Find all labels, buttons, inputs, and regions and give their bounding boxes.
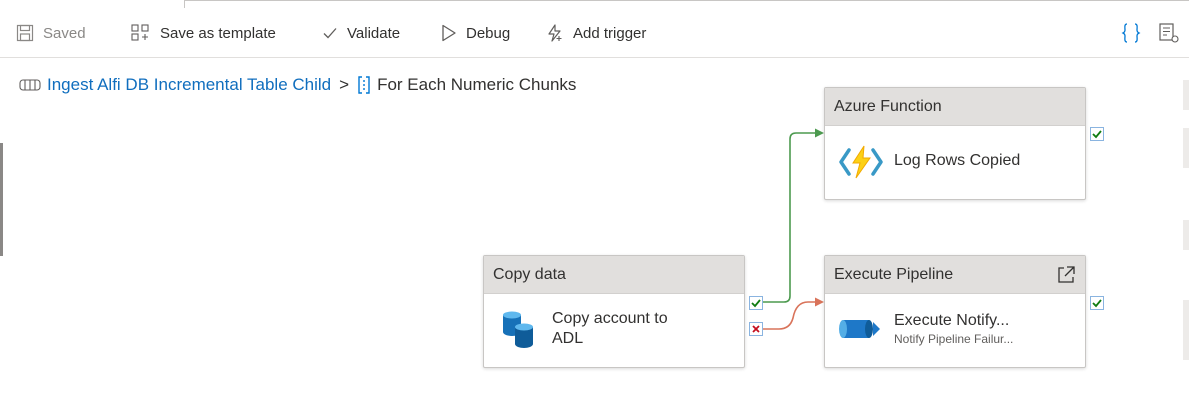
success-output-icon[interactable] bbox=[1090, 127, 1104, 141]
success-edge-arrowhead bbox=[815, 128, 824, 138]
activity-name: Copy account to ADL bbox=[552, 309, 668, 349]
success-edge-to-azure-function[interactable] bbox=[763, 132, 816, 303]
open-external-icon[interactable] bbox=[1056, 265, 1076, 285]
execute-pipeline-icon bbox=[839, 320, 880, 338]
activity-header: Execute Pipeline bbox=[825, 256, 1085, 294]
azure-function-activity[interactable]: Azure Function Log Rows Copied bbox=[824, 87, 1086, 200]
success-output-icon[interactable] bbox=[1090, 296, 1104, 310]
activity-header: Copy data bbox=[484, 256, 744, 294]
canvas-edge-tab bbox=[1183, 220, 1189, 250]
success-output-icon[interactable] bbox=[749, 296, 763, 310]
activity-name-line1: Execute Notify... bbox=[894, 312, 1010, 329]
failure-edge-to-execute-pipeline[interactable] bbox=[763, 301, 816, 330]
azure-function-icon bbox=[839, 145, 883, 179]
failure-edge-arrowhead bbox=[815, 297, 824, 307]
activity-name: Log Rows Copied bbox=[894, 152, 1021, 169]
canvas-edge-tab bbox=[1183, 300, 1189, 360]
canvas-edge-tab bbox=[1183, 128, 1189, 168]
canvas-edge-tab bbox=[1183, 80, 1189, 110]
activity-type-label: Copy data bbox=[493, 265, 566, 283]
execute-pipeline-activity[interactable]: Execute Pipeline Execute Notify... Notif… bbox=[824, 255, 1086, 368]
copy-data-database-icon bbox=[503, 311, 533, 348]
copy-data-activity[interactable]: Copy data Copy account to ADL bbox=[483, 255, 745, 368]
activity-name-line2: ADL bbox=[552, 330, 584, 347]
activity-header: Azure Function bbox=[825, 88, 1085, 126]
activity-name: Execute Notify... Notify Pipeline Failur… bbox=[894, 311, 1013, 347]
failure-output-icon[interactable] bbox=[749, 322, 763, 336]
activity-type-label: Execute Pipeline bbox=[834, 265, 954, 283]
activity-description: Notify Pipeline Failur... bbox=[894, 332, 1014, 346]
activity-name-line1: Copy account to bbox=[552, 310, 668, 327]
activity-type-label: Azure Function bbox=[834, 97, 942, 115]
